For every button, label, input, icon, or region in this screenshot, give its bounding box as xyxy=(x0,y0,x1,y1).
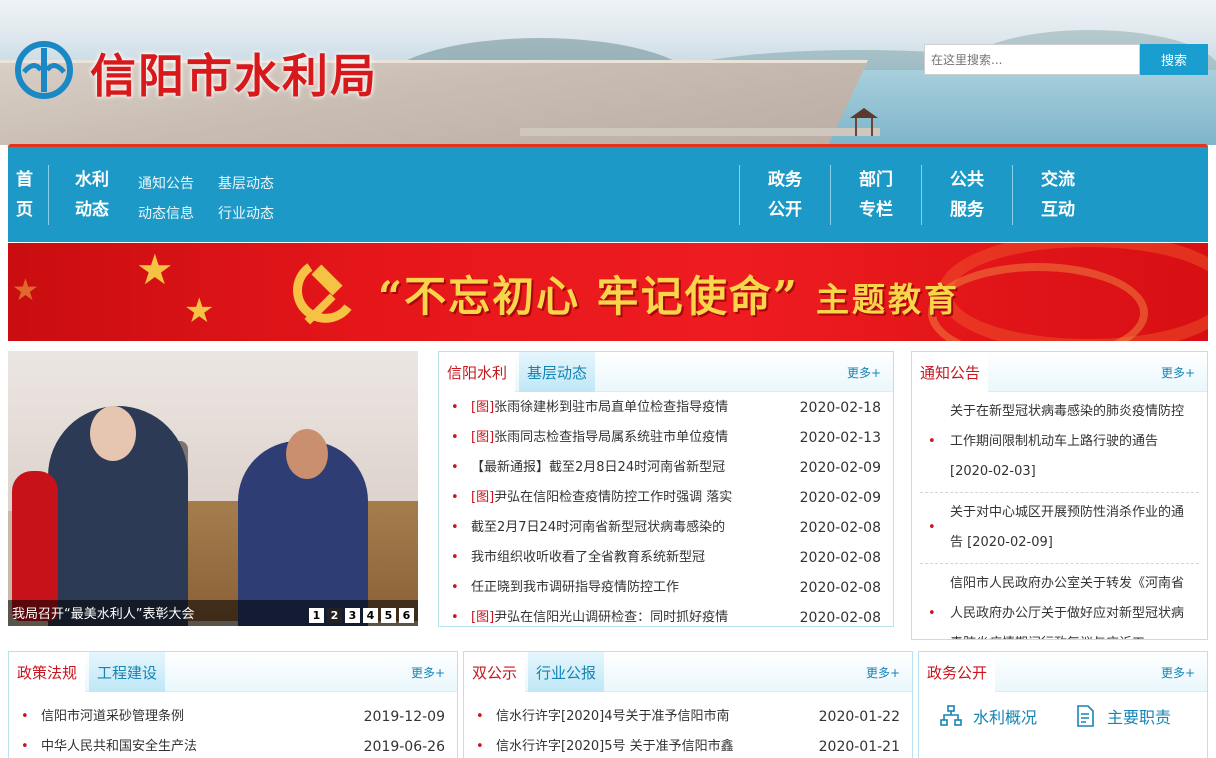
slider-dot-active[interactable]: 2 xyxy=(327,608,342,623)
list-item[interactable]: • 关于对中心城区开展预防性消杀作业的通告 [2020-02-09] xyxy=(920,493,1199,564)
nav-gov-affairs[interactable]: 政务 公开 xyxy=(765,165,805,225)
list-item[interactable]: • 中华人民共和国安全生产法 2019-06-26 xyxy=(17,732,449,758)
photo-slider[interactable]: 我局召开“最美水利人”表彰大会 1 2 3 4 5 6 xyxy=(8,351,418,626)
list-item[interactable]: • [图]尹弘在信阳检查疫情防控工作时强调 落实 2020-02-09 xyxy=(447,483,885,513)
news-panel: 信阳水利 基层动态 更多+ • [图]张雨徐建彬到驻市局直单位检查指导疫情 2020… xyxy=(438,351,894,627)
banner-slogan: “不忘初心 牢记使命” xyxy=(378,272,799,321)
slider-dot[interactable]: 4 xyxy=(363,608,378,623)
search-button[interactable]: 搜索 xyxy=(1140,44,1208,75)
nav-link-notices[interactable]: 通知公告 xyxy=(138,173,194,193)
list-item[interactable]: • 信阳市河道采砂管理条例 2019-12-09 xyxy=(17,702,449,732)
document-icon xyxy=(1077,705,1094,727)
nav-department[interactable]: 部门 专栏 xyxy=(856,165,896,225)
gov-link-overview[interactable]: 水利概况 xyxy=(939,704,1037,728)
nav-link-grassroots[interactable]: 基层动态 xyxy=(218,173,274,193)
list-item[interactable]: •信阳市人民政府办公室关于转发《河南省人民政府办公厅关于做好应对新型冠状病毒肺炎… xyxy=(920,564,1199,639)
tab-xinyang-water[interactable]: 信阳水利 xyxy=(439,352,516,392)
slider-caption[interactable]: 我局召开“最美水利人”表彰大会 xyxy=(12,603,194,622)
nav-water-news[interactable]: 水利 动态 xyxy=(72,165,112,225)
news-list: • [图]张雨徐建彬到驻市局直单位检查指导疫情 2020-02-18 • [图]张雨同… xyxy=(439,392,893,633)
tab-notices[interactable]: 通知公告 xyxy=(912,352,989,392)
slider-dot[interactable]: 3 xyxy=(345,608,360,623)
list-item[interactable]: • 截至2月7日24时河南省新型冠状病毒感染的 2020-02-08 xyxy=(447,513,885,543)
tab-industry-bulletin[interactable]: 行业公报 xyxy=(528,652,605,692)
slider-dot[interactable]: 6 xyxy=(399,608,414,623)
pavilion-decor xyxy=(850,108,878,138)
list-item[interactable]: • 【最新通报】截至2月8日24时河南省新型冠 2020-02-09 xyxy=(447,453,885,483)
site-title[interactable]: 信阳市水利局 xyxy=(90,40,378,106)
more-link[interactable]: 更多+ xyxy=(866,664,900,681)
slider-pagination: 1 2 3 4 5 6 xyxy=(309,608,414,623)
list-item[interactable]: • [图]张雨同志检查指导局属系统驻市单位疫情 2020-02-13 xyxy=(447,423,885,453)
party-emblem-icon xyxy=(293,263,352,325)
more-link[interactable]: 更多+ xyxy=(411,664,445,681)
search-input[interactable] xyxy=(924,44,1140,75)
site-logo-icon[interactable] xyxy=(14,40,74,100)
slider-dot[interactable]: 1 xyxy=(309,608,324,623)
notice-panel: 通知公告 更多+ • 关于在新型冠状病毒感染的肺炎疫情防控工作期间限制机动车上路行… xyxy=(911,351,1208,640)
star-icon: ★ xyxy=(12,273,39,308)
star-icon: ★ xyxy=(136,245,174,294)
nav-divider xyxy=(739,165,740,225)
banner-subtitle: 主题教育 xyxy=(816,280,960,319)
nav-divider xyxy=(830,165,831,225)
thermos-decor xyxy=(12,471,58,621)
org-chart-icon xyxy=(940,705,962,726)
notice-list: • 关于在新型冠状病毒感染的肺炎疫情防控工作期间限制机动车上路行驶的通告 [202… xyxy=(912,392,1207,639)
tab-engineering[interactable]: 工程建设 xyxy=(89,652,166,692)
list-item[interactable]: • 关于在新型冠状病毒感染的肺炎疫情防控工作期间限制机动车上路行驶的通告 [202… xyxy=(920,392,1199,493)
public-notice-panel: 双公示 行业公报 更多+ • 信水行许字[2020]4号关于准予信阳市南 2020-… xyxy=(463,651,913,758)
star-icon: ★ xyxy=(184,291,215,331)
list-item[interactable]: • 信水行许字[2020]4号关于准予信阳市南 2020-01-22 xyxy=(472,702,904,732)
list-item[interactable]: • [图]尹弘在信阳光山调研检查：同时抓好疫情 2020-02-08 xyxy=(447,603,885,633)
nav-link-dynamic-info[interactable]: 动态信息 xyxy=(138,203,194,223)
slider-dot[interactable]: 5 xyxy=(381,608,396,623)
policy-list: • 信阳市河道采砂管理条例 2019-12-09 • 中华人民共和国安全生产法 2019… xyxy=(9,692,457,758)
tab-gov-affairs[interactable]: 政务公开 xyxy=(919,652,996,692)
nav-link-industry[interactable]: 行业动态 xyxy=(218,203,274,223)
theme-banner[interactable]: ★ ★ ★ “不忘初心 牢记使命” 主题教育 xyxy=(8,243,1208,341)
tab-double-public[interactable]: 双公示 xyxy=(464,652,526,692)
nav-home[interactable]: 首 页 xyxy=(16,165,40,225)
nav-divider xyxy=(48,165,49,225)
list-item[interactable]: • 任正晓到我市调研指导疫情防控工作 2020-02-08 xyxy=(447,573,885,603)
more-link[interactable]: 更多+ xyxy=(1161,364,1195,381)
gov-affairs-panel: 政务公开 更多+ 水利概况 主要职责 xyxy=(918,651,1208,758)
list-item[interactable]: • [图]张雨徐建彬到驻市局直单位检查指导疫情 2020-02-18 xyxy=(447,393,885,423)
main-nav: 首 页 水利 动态 通知公告 基层动态 动态信息 行业动态 政务 公开 部门 专… xyxy=(8,144,1208,242)
public-list: • 信水行许字[2020]4号关于准予信阳市南 2020-01-22 • 信水行许字[… xyxy=(464,692,912,758)
header: 信阳市水利局 搜索 xyxy=(0,0,1216,145)
nav-divider xyxy=(921,165,922,225)
nav-divider xyxy=(1012,165,1013,225)
more-link[interactable]: 更多+ xyxy=(847,364,881,381)
tab-grassroots[interactable]: 基层动态 xyxy=(519,352,596,392)
nav-interaction[interactable]: 交流 互动 xyxy=(1038,165,1078,225)
list-item[interactable]: • 信水行许字[2020]5号 关于准予信阳市鑫 2020-01-21 xyxy=(472,732,904,758)
more-link[interactable]: 更多+ xyxy=(1161,664,1195,681)
list-item[interactable]: • 我市组织收听收看了全省教育系统新型冠 2020-02-08 xyxy=(447,543,885,573)
dam-walkway-decor xyxy=(520,128,880,136)
tab-policy[interactable]: 政策法规 xyxy=(9,652,86,692)
nav-public-service[interactable]: 公共 服务 xyxy=(947,165,987,225)
policy-panel: 政策法规 工程建设 更多+ • 信阳市河道采砂管理条例 2019-12-09 • 中华… xyxy=(8,651,458,758)
gov-link-duties[interactable]: 主要职责 xyxy=(1073,704,1171,728)
